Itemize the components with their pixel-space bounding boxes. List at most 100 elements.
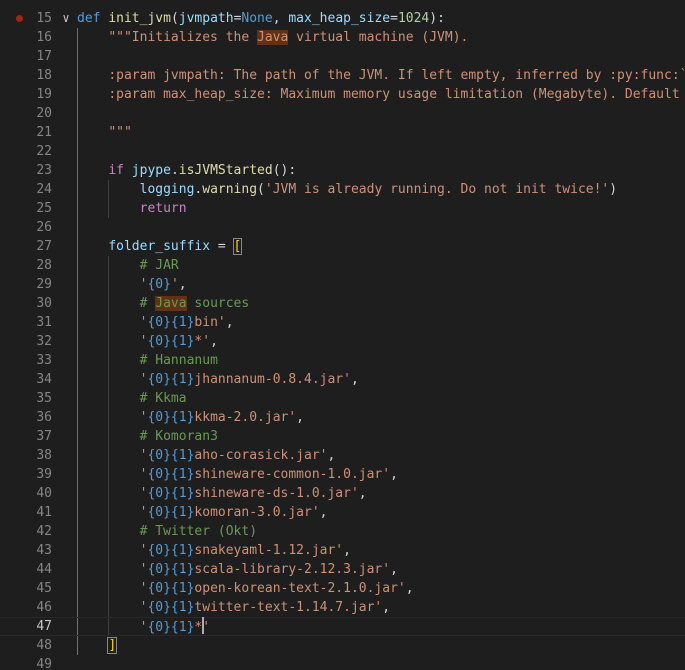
- code-text[interactable]: # Twitter (Okt): [77, 522, 257, 541]
- code-text[interactable]: '{0}{1}kkma-2.0.jar',: [77, 408, 304, 427]
- breakpoint-dot-icon[interactable]: [16, 15, 23, 22]
- code-text[interactable]: '{0}{1}komoran-3.0.jar',: [77, 503, 328, 522]
- code-text[interactable]: """Initializes the Java virtual machine …: [77, 28, 468, 47]
- code-line[interactable]: 49: [0, 655, 685, 670]
- code-line[interactable]: 36 '{0}{1}kkma-2.0.jar',: [0, 408, 685, 427]
- code-text[interactable]: '{0}{1}jhannanum-0.8.4.jar',: [77, 370, 359, 389]
- code-text[interactable]: # Komoran3: [77, 427, 218, 446]
- code-text[interactable]: def init_jvm(jvmpath = None, max_heap_size…: [77, 9, 445, 28]
- code-text[interactable]: """: [77, 123, 132, 142]
- code-text[interactable]: # Kkma: [77, 389, 187, 408]
- code-token: =: [390, 11, 398, 26]
- code-line[interactable]: 28 # JAR: [0, 256, 685, 275]
- code-line[interactable]: 29 '{0}',: [0, 275, 685, 294]
- line-number: 45: [36, 581, 52, 596]
- code-line[interactable]: 32 '{0}{1}*',: [0, 332, 685, 351]
- code-token: snakeyaml-1.12.jar': [194, 543, 344, 558]
- code-token: # Komoran3: [139, 429, 218, 444]
- line-number: 34: [36, 372, 52, 387]
- code-line[interactable]: 34 '{0}{1}jhannanum-0.8.4.jar',: [0, 370, 685, 389]
- code-line[interactable]: 27 folder_suffix = [: [0, 237, 685, 256]
- code-line[interactable]: 26: [0, 218, 685, 237]
- code-line[interactable]: 20: [0, 104, 685, 123]
- code-line[interactable]: 35 # Kkma: [0, 389, 685, 408]
- code-line[interactable]: 47 '{0}{1}*': [0, 617, 685, 636]
- code-line[interactable]: 33 # Hannanum: [0, 351, 685, 370]
- code-token: bin': [194, 315, 226, 330]
- code-token: ,: [272, 11, 289, 26]
- code-line[interactable]: 18 :param jvmpath: The path of the JVM. …: [0, 66, 685, 85]
- code-text[interactable]: '{0}{1}shineware-ds-1.0.jar',: [77, 484, 367, 503]
- code-line[interactable]: 44 '{0}{1}scala-library-2.12.3.jar',: [0, 560, 685, 579]
- code-line[interactable]: 30 # Java sources: [0, 294, 685, 313]
- code-token: ():: [272, 163, 297, 178]
- code-token: sources: [186, 296, 250, 311]
- code-token: """: [108, 125, 132, 140]
- code-text[interactable]: # Java sources: [77, 294, 249, 313]
- code-text[interactable]: '{0}{1}snakeyaml-1.12.jar',: [77, 541, 351, 560]
- code-token: {0}{1}: [147, 620, 195, 635]
- chevron-down-icon[interactable]: ∨: [60, 9, 72, 28]
- code-line[interactable]: 31 '{0}{1}bin',: [0, 313, 685, 332]
- code-line[interactable]: 17: [0, 47, 685, 66]
- code-line[interactable]: 16 """Initializes the Java virtual machi…: [0, 28, 685, 47]
- code-text[interactable]: '{0}{1}*',: [77, 332, 218, 351]
- code-line[interactable]: 22: [0, 142, 685, 161]
- code-text[interactable]: :param max_heap_size: Maximum memory usa…: [77, 85, 685, 104]
- code-text[interactable]: :param jvmpath: The path of the JVM. If …: [77, 66, 685, 85]
- code-line[interactable]: 24 logging.warning('JVM is already runni…: [0, 180, 685, 199]
- line-number: 30: [36, 296, 52, 311]
- code-line[interactable]: 40 '{0}{1}shineware-ds-1.0.jar',: [0, 484, 685, 503]
- code-line[interactable]: 39 '{0}{1}shineware-common-1.0.jar',: [0, 465, 685, 484]
- code-text[interactable]: '{0}{1}scala-library-2.12.3.jar',: [77, 560, 398, 579]
- line-number: 24: [36, 182, 52, 197]
- code-token: #: [139, 296, 156, 311]
- code-text[interactable]: if jpype.isJVMStarted():: [77, 161, 296, 180]
- code-token: shineware-ds-1.0.jar': [194, 486, 359, 501]
- code-token: ': [202, 620, 211, 635]
- code-token: open-korean-text-2.1.0.jar': [194, 581, 406, 596]
- code-text[interactable]: ]: [77, 636, 118, 655]
- code-text[interactable]: # Hannanum: [77, 351, 218, 370]
- line-number: 38: [36, 448, 52, 463]
- code-line[interactable]: 38 '{0}{1}aho-corasick.jar',: [0, 446, 685, 465]
- code-text[interactable]: '{0}{1}shineware-common-1.0.jar',: [77, 465, 398, 484]
- code-text[interactable]: return: [77, 199, 187, 218]
- code-text[interactable]: '{0}{1}aho-corasick.jar',: [77, 446, 336, 465]
- code-token: jhannanum-0.8.4.jar': [194, 372, 351, 387]
- code-token: return: [139, 201, 187, 216]
- code-line[interactable]: 25 return: [0, 199, 685, 218]
- line-number: 23: [36, 163, 52, 178]
- code-text[interactable]: '{0}{1}*': [77, 617, 210, 637]
- code-line[interactable]: 45 '{0}{1}open-korean-text-2.1.0.jar',: [0, 579, 685, 598]
- code-text[interactable]: folder_suffix = [: [77, 237, 243, 256]
- code-token: jpype: [131, 163, 171, 178]
- code-line[interactable]: 43 '{0}{1}snakeyaml-1.12.jar',: [0, 541, 685, 560]
- code-line[interactable]: 41 '{0}{1}komoran-3.0.jar',: [0, 503, 685, 522]
- code-text[interactable]: '{0}{1}twitter-text-1.14.7.jar',: [77, 598, 390, 617]
- code-line[interactable]: 15 ∨ def init_jvm(jvmpath = None, max_heap_s…: [0, 9, 685, 28]
- code-token: isJVMStarted: [178, 163, 273, 178]
- code-text[interactable]: '{0}{1}bin',: [77, 313, 234, 332]
- code-line[interactable]: 46 '{0}{1}twitter-text-1.14.7.jar',: [0, 598, 685, 617]
- line-number: 26: [36, 220, 52, 235]
- code-line[interactable]: 23 if jpype.isJVMStarted():: [0, 161, 685, 180]
- code-editor[interactable]: 15 ∨ def init_jvm(jvmpath=None, max_heap_s…: [0, 0, 685, 670]
- code-line[interactable]: 42 # Twitter (Okt): [0, 522, 685, 541]
- line-number: 47: [36, 619, 52, 634]
- code-text[interactable]: logging.warning('JVM is already running.…: [77, 180, 617, 199]
- code-line[interactable]: 48 ]: [0, 636, 685, 655]
- code-line[interactable]: 19 :param max_heap_size: Maximum memory …: [0, 85, 685, 104]
- code-text[interactable]: # JAR: [77, 256, 179, 275]
- code-line[interactable]: 37 # Komoran3: [0, 427, 685, 446]
- code-text[interactable]: '{0}',: [77, 275, 187, 294]
- code-line[interactable]: 21 """: [0, 123, 685, 142]
- code-token: (: [257, 182, 265, 197]
- code-text[interactable]: '{0}{1}open-korean-text-2.1.0.jar',: [77, 579, 414, 598]
